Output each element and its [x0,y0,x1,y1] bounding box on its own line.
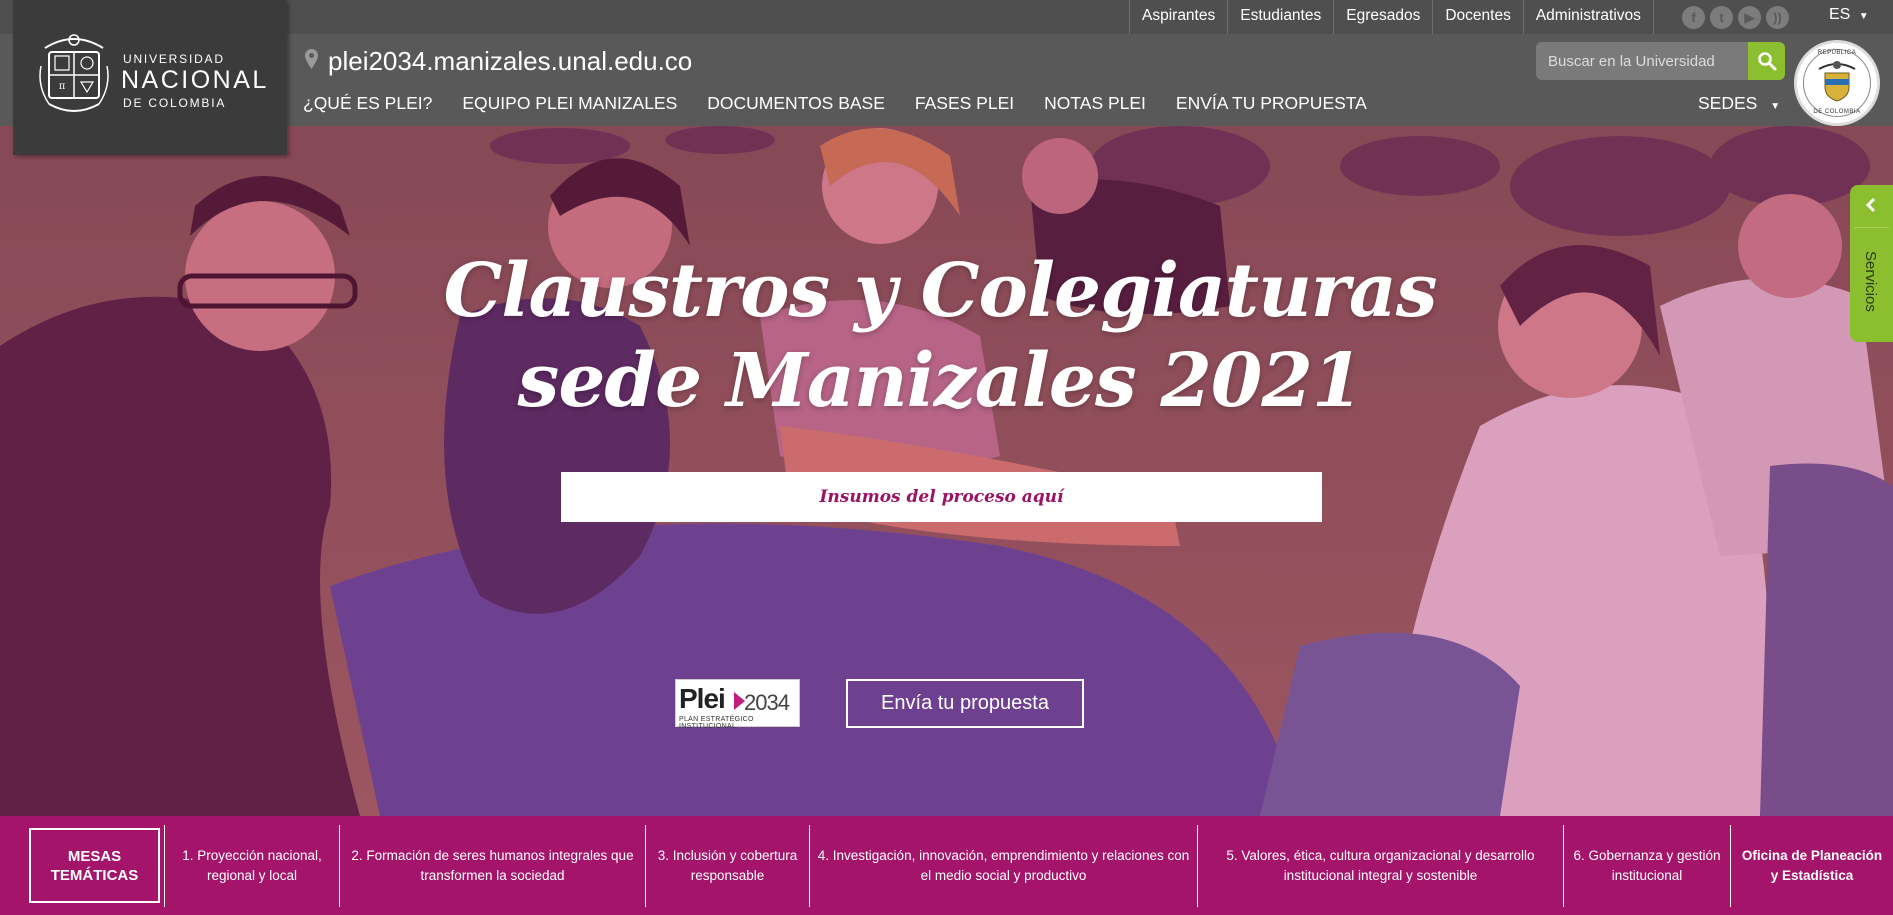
hero-title: Claustros y Colegiaturas sede Manizales … [430,246,1450,426]
servicios-label: Servicios [1862,251,1879,312]
hero-banner: Claustros y Colegiaturas sede Manizales … [0,126,1893,816]
search-icon [1757,52,1776,71]
mesa-item-6[interactable]: 6. Gobernanza y gestión institucional [1563,824,1730,907]
plei-logo-word: Plei [679,683,726,714]
nav-envia-tu-propuesta[interactable]: ENVÍA TU PROPUESTA [1176,93,1367,114]
escudo-colombia-logo[interactable]: REPÚBLICA DE COLOMBIA [1794,40,1880,126]
search-button[interactable] [1748,42,1785,80]
nav-notas-plei[interactable]: NOTAS PLEI [1044,93,1146,114]
link-docentes[interactable]: Docentes [1432,0,1522,34]
plei-logo-tagline: PLAN ESTRATÉGICO INSTITUCIONAL [679,716,754,730]
audience-links: Aspirantes Estudiantes Egresados Docente… [1129,0,1654,34]
mesas-tematicas-label: MESAS TEMÁTICAS [29,828,160,903]
plei-logo-year: 2034 [744,690,790,715]
main-nav: ¿QUÉ ES PLEI? EQUIPO PLEI MANIZALES DOCU… [303,93,1367,114]
caret-down-icon: ▼ [1770,101,1781,112]
link-administrativos[interactable]: Administrativos [1522,0,1654,34]
chevron-left-icon [1865,197,1876,213]
svg-text:π: π [59,81,66,92]
sedes-label: SEDES [1698,93,1758,113]
search-box [1536,42,1748,80]
link-estudiantes[interactable]: Estudiantes [1227,0,1333,34]
escudo-bottom-text: DE COLOMBIA [1813,109,1861,115]
mesa-item-4[interactable]: 4. Investigación, innovación, emprendimi… [809,824,1197,907]
brand-line-3: DE COLOMBIA [123,96,227,110]
language-label: ES [1829,6,1851,23]
unal-logo[interactable]: π UNIVERSIDAD NACIONAL DE COLOMBIA [13,0,287,155]
site-url[interactable]: plei2034.manizales.unal.edu.co [328,46,692,77]
oficina-planeacion-link[interactable]: Oficina de Planeación y Estadística [1730,824,1893,907]
nav-equipo[interactable]: EQUIPO PLEI MANIZALES [462,93,677,114]
link-egresados[interactable]: Egresados [1333,0,1432,34]
brand-line-2: NACIONAL [121,66,269,94]
location-pin-icon [305,49,318,69]
social-links: f t ▶ )) [1682,6,1789,29]
insumos-button[interactable]: Insumos del proceso aquí [561,472,1322,522]
brand-line-1: UNIVERSIDAD [123,52,225,66]
mesa-item-3[interactable]: 3. Inclusión y cobertura responsable [645,824,809,907]
plei-2034-logo[interactable]: Plei 2034 PLAN ESTRATÉGICO INSTITUCIONAL [675,679,800,730]
facebook-icon[interactable]: f [1682,6,1705,29]
hero-title-line-2: sede Manizales 2021 [517,338,1364,424]
youtube-icon[interactable]: ▶ [1738,6,1761,29]
twitter-icon[interactable]: t [1710,6,1733,29]
nav-que-es-plei[interactable]: ¿QUÉ ES PLEI? [303,93,432,114]
servicios-divider [1854,227,1889,228]
search-input[interactable] [1536,42,1748,80]
language-selector[interactable]: ES ▼ [1829,6,1869,24]
nav-fases-plei[interactable]: FASES PLEI [915,93,1014,114]
link-aspirantes[interactable]: Aspirantes [1129,0,1227,34]
caret-down-icon: ▼ [1858,11,1869,22]
nav-documentos-base[interactable]: DOCUMENTOS BASE [707,93,885,114]
servicios-side-tab[interactable]: Servicios [1850,185,1893,342]
rss-icon[interactable]: )) [1766,6,1789,29]
sedes-dropdown[interactable]: SEDES ▼ [1698,93,1780,114]
mesas-tematicas-bar: MESAS TEMÁTICAS 1. Proyección nacional, … [0,816,1893,915]
mesa-item-2[interactable]: 2. Formación de seres humanos integrales… [339,824,645,907]
envia-propuesta-button[interactable]: Envía tu propuesta [846,679,1084,728]
university-seal-icon: π [39,34,109,112]
mesa-item-5[interactable]: 5. Valores, ética, cultura organizaciona… [1197,824,1563,907]
hero-title-line-1: Claustros y Colegiaturas [443,248,1438,334]
mesa-item-1[interactable]: 1. Proyección nacional, regional y local [164,824,339,907]
